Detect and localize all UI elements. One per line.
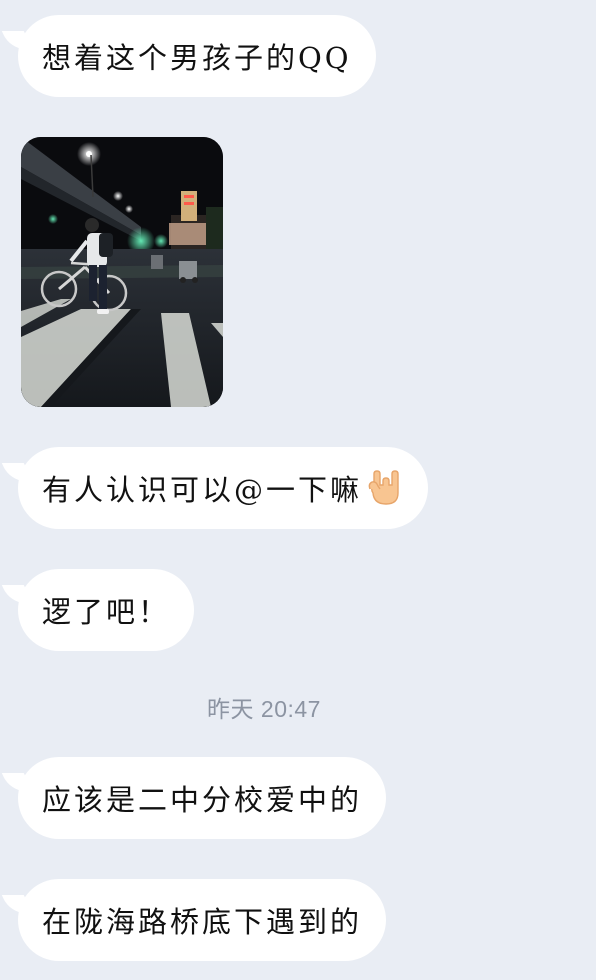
message-text: 逻了吧！: [42, 595, 171, 629]
message-text: 想着这个男孩子的QQ: [42, 41, 352, 75]
message-text: 有人认识可以@一下嘛: [42, 473, 363, 507]
message-row: 应该是二中分校爱中的: [18, 757, 387, 839]
chat-history[interactable]: 想着这个男孩子的QQ 有人认识可以@一下嘛 逻了吧！ 昨天 20:47 应该是二…: [0, 0, 596, 980]
timestamp: 昨天 20:47: [207, 696, 321, 722]
message-row: 想着这个男孩子的QQ: [18, 15, 376, 97]
message-text: 应该是二中分校爱中的: [42, 783, 363, 817]
message-bubble[interactable]: 在陇海路桥底下遇到的: [18, 879, 387, 961]
message-row: 逻了吧！: [18, 569, 195, 651]
message-bubble[interactable]: 逻了吧！: [18, 569, 195, 651]
message-image[interactable]: [21, 137, 223, 407]
rock-on-hand-icon: [366, 469, 404, 507]
message-bubble[interactable]: 应该是二中分校爱中的: [18, 757, 387, 839]
message-bubble[interactable]: 有人认识可以@一下嘛: [18, 447, 429, 529]
message-bubble[interactable]: 想着这个男孩子的QQ: [18, 15, 376, 97]
message-text: 在陇海路桥底下遇到的: [42, 905, 363, 939]
message-row: 在陇海路桥底下遇到的: [18, 879, 387, 961]
street-photo: [21, 137, 223, 407]
message-row: 有人认识可以@一下嘛: [18, 447, 429, 529]
